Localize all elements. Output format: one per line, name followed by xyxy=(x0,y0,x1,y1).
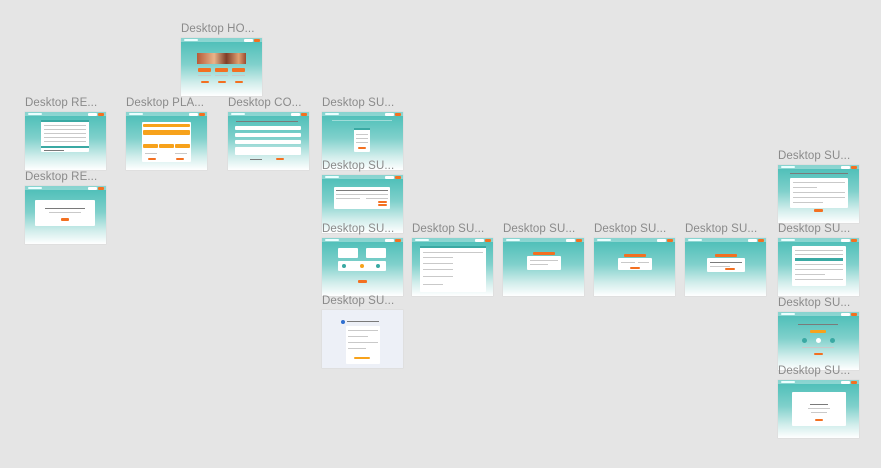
frame-thumbnail[interactable] xyxy=(25,112,106,170)
frame-desktop-plans[interactable]: Desktop PLA... xyxy=(126,97,207,170)
frame-label[interactable]: Desktop SU... xyxy=(594,223,666,235)
frame-label[interactable]: Desktop PLA... xyxy=(126,97,204,109)
frame-thumbnail[interactable] xyxy=(503,238,584,296)
frame-thumbnail[interactable] xyxy=(322,238,403,296)
frame-thumbnail[interactable] xyxy=(778,380,859,438)
frame-label[interactable]: Desktop SU... xyxy=(685,223,757,235)
frame-label[interactable]: Desktop CO... xyxy=(228,97,302,109)
frame-desktop-contact[interactable]: Desktop CO... xyxy=(228,97,309,170)
frame-desktop-signup-9[interactable]: Desktop SU... xyxy=(778,150,859,223)
frame-thumbnail[interactable] xyxy=(778,312,859,370)
frame-thumbnail[interactable] xyxy=(778,238,859,296)
frame-label[interactable]: Desktop RE... xyxy=(25,97,97,109)
frame-label[interactable]: Desktop SU... xyxy=(778,150,850,162)
frame-desktop-signup-3[interactable]: Desktop SU... xyxy=(322,223,403,296)
frame-thumbnail[interactable] xyxy=(778,165,859,223)
frame-label[interactable]: Desktop RE... xyxy=(25,171,97,183)
frame-desktop-signup-10[interactable]: Desktop SU... xyxy=(778,223,859,296)
frame-label[interactable]: Desktop SU... xyxy=(322,97,394,109)
frame-desktop-signup-6[interactable]: Desktop SU... xyxy=(503,223,584,296)
frame-desktop-signup-4[interactable]: Desktop SU... xyxy=(322,295,403,368)
frame-thumbnail[interactable] xyxy=(412,238,493,296)
frame-label[interactable]: Desktop SU... xyxy=(503,223,575,235)
frame-desktop-signup-11[interactable]: Desktop SU... xyxy=(778,297,859,370)
frame-label[interactable]: Desktop HO... xyxy=(181,23,255,35)
frame-desktop-register-2[interactable]: Desktop RE... xyxy=(25,171,106,244)
frame-label[interactable]: Desktop SU... xyxy=(412,223,484,235)
frame-thumbnail[interactable] xyxy=(126,112,207,170)
frame-thumbnail[interactable] xyxy=(685,238,766,296)
frame-thumbnail[interactable] xyxy=(594,238,675,296)
frame-desktop-signup-8[interactable]: Desktop SU... xyxy=(685,223,766,296)
frame-label[interactable]: Desktop SU... xyxy=(322,295,394,307)
frame-label[interactable]: Desktop SU... xyxy=(322,223,394,235)
frame-label[interactable]: Desktop SU... xyxy=(778,365,850,377)
frame-thumbnail[interactable] xyxy=(181,38,262,96)
frame-thumbnail[interactable] xyxy=(25,186,106,244)
frame-desktop-signup-5[interactable]: Desktop SU... xyxy=(412,223,493,296)
frame-label[interactable]: Desktop SU... xyxy=(778,297,850,309)
frame-desktop-signup-7[interactable]: Desktop SU... xyxy=(594,223,675,296)
frame-thumbnail[interactable] xyxy=(322,310,403,368)
frame-desktop-signup-12[interactable]: Desktop SU... xyxy=(778,365,859,438)
frame-label[interactable]: Desktop SU... xyxy=(778,223,850,235)
frame-desktop-register-1[interactable]: Desktop RE... xyxy=(25,97,106,170)
frame-thumbnail[interactable] xyxy=(228,112,309,170)
frame-desktop-home[interactable]: Desktop HO... xyxy=(181,23,262,96)
frame-label[interactable]: Desktop SU... xyxy=(322,160,394,172)
